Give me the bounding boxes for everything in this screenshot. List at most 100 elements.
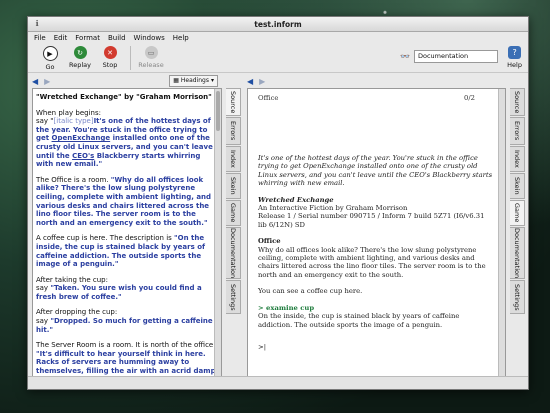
help-icon: ? — [508, 46, 522, 59]
room-name: Office — [258, 237, 281, 246]
status-score: 0/2 — [464, 94, 475, 102]
right-tab-strip: Source Errors Index Skein Game Documenta… — [510, 88, 526, 315]
player-command: > examine cup — [258, 303, 315, 312]
source-coffee-cup: A coffee cup is here. The description is… — [36, 234, 218, 268]
source-scrollbar[interactable] — [214, 89, 221, 376]
help-label: Help — [507, 61, 522, 69]
chevron-down-icon: ▾ — [210, 77, 214, 84]
game-status-line: Office 0/2 — [248, 89, 505, 102]
say-keyword: say — [36, 317, 51, 326]
glasses-icon: 👓 — [400, 52, 410, 61]
tab-settings[interactable]: Settings — [510, 280, 525, 314]
menu-help[interactable]: Help — [173, 34, 189, 42]
game-byline: An Interactive Fiction by Graham Morriso… — [258, 204, 408, 213]
quoted-text: "Taken. You sure wish you could find a f… — [36, 284, 202, 301]
headings-icon: ▦ — [173, 77, 179, 84]
tab-index[interactable]: Index — [510, 146, 525, 172]
window-title: test.inform — [254, 19, 302, 29]
replay-icon: ↻ — [73, 46, 87, 59]
source-when-play-begins: When play begins: say "[italic type]It's… — [36, 109, 218, 169]
left-pane-nav: ◀ ▶ ▦ Headings ▾ — [28, 74, 244, 88]
tab-source[interactable]: Source — [510, 88, 525, 116]
source-after-taking: After taking the cup: say "Taken. You su… — [36, 276, 218, 302]
tab-errors[interactable]: Errors — [226, 117, 241, 145]
replay-label: Replay — [69, 61, 91, 69]
stop-button[interactable]: ✕ Stop — [96, 44, 124, 69]
game-intro: It's one of the hottest days of the year… — [258, 154, 493, 188]
tab-index[interactable]: Index — [226, 146, 241, 172]
toolbar-separator — [130, 46, 131, 70]
menu-bar: File Edit Format Build Windows Help — [28, 32, 528, 44]
release-label: Release — [138, 61, 164, 69]
rule-header: After dropping the cup: — [36, 308, 118, 317]
tab-settings[interactable]: Settings — [226, 280, 241, 314]
menu-file[interactable]: File — [34, 34, 46, 42]
quoted-underline: OpenExchange — [51, 134, 111, 143]
source-after-dropping: After dropping the cup: say "Dropped. So… — [36, 308, 218, 334]
menu-edit[interactable]: Edit — [54, 34, 68, 42]
play-icon: ▶ — [42, 46, 58, 61]
tab-documentation[interactable]: Documentation — [510, 227, 525, 279]
menu-format[interactable]: Format — [75, 34, 100, 42]
left-tab-strip: Source Errors Index Skein Game Documenta… — [226, 88, 242, 315]
rule-header: When play begins: — [36, 108, 101, 117]
go-button[interactable]: ▶ Go — [36, 44, 64, 71]
tab-skein[interactable]: Skein — [510, 173, 525, 199]
release-icon: ▭ — [144, 46, 158, 59]
say-keyword: say — [36, 284, 51, 293]
release-button[interactable]: ▭ Release — [137, 44, 165, 69]
rule-header: After taking the cup: — [36, 275, 108, 284]
story-title-text: "Wretched Exchange" by "Graham Morrison" — [36, 93, 212, 101]
tab-game[interactable]: Game — [226, 200, 241, 226]
stop-icon: ✕ — [103, 46, 117, 59]
scrollbar-thumb[interactable] — [216, 91, 220, 131]
search-input[interactable]: Documentation — [414, 50, 498, 63]
source-office: The Office is a room. "Why do all office… — [36, 176, 218, 228]
quoted-text: "It's difficult to hear yourself think i… — [36, 349, 216, 376]
stop-label: Stop — [102, 61, 118, 69]
status-bar — [28, 376, 528, 389]
back-arrow-icon[interactable]: ◀ — [32, 77, 38, 86]
tab-skein[interactable]: Skein — [226, 173, 241, 199]
statement-text: The Server Room is a room. It is north o… — [36, 341, 216, 350]
menu-build[interactable]: Build — [108, 34, 126, 42]
game-title: Wretched Exchange — [258, 195, 334, 204]
game-release-info: Release 1 / Serial number 090715 / Infor… — [258, 212, 485, 229]
substitution-text: [italic type] — [53, 117, 94, 126]
quoted-underline: CEO's — [72, 151, 95, 160]
room-description: Why do all offices look alike? There's t… — [258, 245, 486, 279]
headings-label: Headings — [180, 77, 209, 84]
game-scrollbar[interactable] — [498, 89, 505, 376]
replay-button[interactable]: ↻ Replay — [66, 44, 94, 69]
source-title-line: "Wretched Exchange" by "Graham Morrison" — [36, 93, 218, 102]
say-keyword: say " — [36, 117, 54, 126]
source-pane: ◀ ▶ ▦ Headings ▾ "Wretched Exchange" by … — [28, 74, 244, 377]
input-prompt[interactable]: >| — [258, 343, 495, 351]
right-pane-nav: ◀ ▶ — [243, 74, 528, 88]
source-editor[interactable]: "Wretched Exchange" by "Graham Morrison"… — [32, 88, 222, 377]
title-bar[interactable]: ℹ test.inform — [28, 17, 528, 32]
game-pane: ◀ ▶ Office 0/2 It's one of the hottest d… — [243, 74, 528, 377]
inform-window: ℹ test.inform File Edit Format Build Win… — [27, 16, 529, 390]
documentation-search: 👓 Documentation — [400, 50, 498, 63]
forward-arrow-icon[interactable]: ▶ — [44, 77, 50, 86]
status-location: Office — [258, 94, 279, 102]
tab-errors[interactable]: Errors — [510, 117, 525, 145]
tab-documentation[interactable]: Documentation — [226, 227, 241, 279]
tab-source[interactable]: Source — [226, 88, 241, 116]
go-label: Go — [45, 63, 55, 71]
statement-text: The Office is a room. — [36, 175, 111, 184]
object-listing: You can see a coffee cup here. — [258, 287, 363, 296]
tab-game[interactable]: Game — [510, 200, 525, 226]
source-server-room: The Server Room is a room. It is north o… — [36, 341, 218, 376]
game-transcript[interactable]: Office 0/2 It's one of the hottest days … — [247, 88, 506, 377]
statement-text: A coffee cup is here. The description is — [36, 234, 175, 243]
headings-menu[interactable]: ▦ Headings ▾ — [169, 75, 218, 87]
menu-windows[interactable]: Windows — [134, 34, 165, 42]
quoted-text: "Why do all offices look alike? There's … — [36, 175, 212, 227]
forward-arrow-icon[interactable]: ▶ — [259, 77, 265, 86]
quoted-text: "Dropped. So much for getting a caffeine… — [36, 317, 213, 334]
help-button[interactable]: ? Help — [507, 46, 522, 69]
toolbar: ▶ Go ↻ Replay ✕ Stop ▭ Release 👓 Documen… — [28, 44, 528, 73]
back-arrow-icon[interactable]: ◀ — [247, 77, 253, 86]
